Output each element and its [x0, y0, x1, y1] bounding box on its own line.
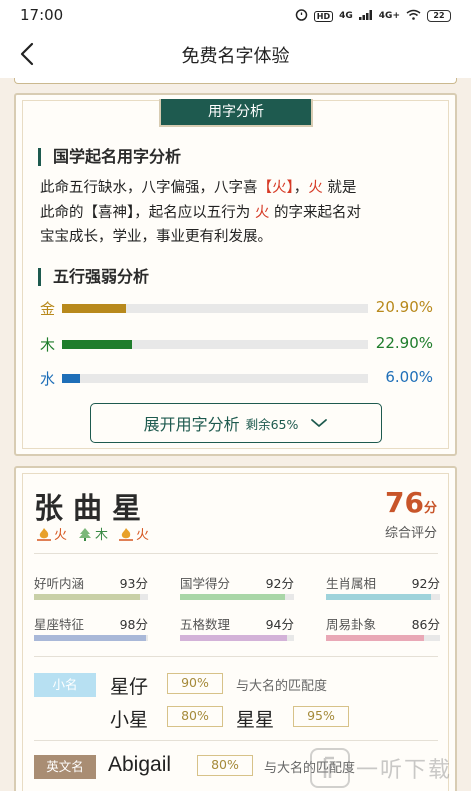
element-label: 水: [40, 370, 56, 388]
watermark-text: 一听下载: [356, 758, 453, 783]
expand-analysis-button[interactable]: 展开用字分析 剩余65%: [90, 403, 382, 443]
metric-item: 五格数理 94分: [180, 614, 294, 644]
metric-item: 国学得分 92分: [180, 573, 294, 603]
element-bar-fill: [62, 304, 126, 313]
expand-remaining: 剩余65%: [245, 416, 299, 432]
nickname-match-text: 与大名的匹配度: [236, 679, 328, 694]
battery-icon: 22: [427, 10, 451, 22]
english-name-1-match: 80%: [197, 755, 253, 776]
metric-label: 周易卦象: [326, 617, 377, 632]
nickname-2-match: 80%: [167, 706, 223, 727]
metric-item: 好听内涵 93分: [34, 573, 148, 603]
element-bar-fill: [62, 340, 133, 349]
metric-label: 生肖属相: [326, 576, 377, 591]
previous-card-edge: [14, 78, 457, 84]
metric-bar-track: [326, 635, 440, 641]
para-line-1: 此命五行缺水，八字偏强，八字喜【火】，火 就是: [40, 180, 357, 196]
metric-bar-fill: [180, 594, 285, 600]
element-percent: 22.90%: [375, 334, 433, 352]
para-line-3: 宝宝成长，学业，事业更有利发展。: [40, 229, 272, 245]
metric-bar-track: [180, 635, 294, 641]
nav-bar: 免费名字体验: [0, 30, 471, 78]
tree-icon: [79, 527, 92, 541]
overall-score: 76分: [385, 486, 437, 519]
metric-bar-track: [326, 594, 440, 600]
status-time: 17:00: [20, 6, 64, 24]
metric-bar-fill: [34, 594, 141, 600]
candidate-name: 张曲星: [34, 491, 152, 525]
metric-label: 国学得分: [180, 576, 231, 591]
metric-value: 92分: [411, 576, 440, 591]
element-label: 木: [40, 336, 56, 354]
element-bar-track: [62, 340, 368, 349]
metric-value: 94分: [265, 617, 294, 632]
analysis-tab-label: 用字分析: [159, 99, 313, 127]
network-1: 4G: [339, 11, 353, 21]
analysis-paragraph: 此命五行缺水，八字偏强，八字喜【火】，火 就是 此命的【喜神】，起名应以五行为 …: [40, 176, 432, 250]
element-bar-track: [62, 304, 368, 313]
metric-value: 93分: [119, 576, 148, 591]
nickname-2: 小星: [110, 709, 149, 731]
hd-badge: HD: [313, 10, 334, 22]
metric-bar-track: [180, 594, 294, 600]
metric-item: 生肖属相 92分: [326, 573, 440, 603]
nickname-badge: 小名: [34, 673, 96, 697]
watermark: 一听下载: [310, 748, 452, 788]
element-bar-track: [62, 374, 368, 383]
expand-label: 展开用字分析: [143, 415, 240, 434]
status-icons: HD 4G 4G+ 22: [295, 8, 451, 24]
para-line-2: 此命的【喜神】，起名应以五行为 火 的字来起名对: [40, 204, 361, 221]
metric-value: 98分: [119, 617, 148, 632]
alarm-icon: [295, 8, 308, 24]
metric-label: 星座特征: [34, 617, 85, 632]
nickname-1-match: 90%: [167, 673, 223, 694]
metric-bar-fill: [34, 635, 146, 641]
metric-bar-track: [34, 594, 148, 600]
nickname-3: 星星: [236, 709, 275, 731]
metric-item: 周易卦象 86分: [326, 614, 440, 644]
nickname-1: 星仔: [110, 676, 149, 698]
divider: [34, 553, 438, 554]
metric-bar-fill: [180, 635, 288, 641]
char-element-1: 火: [36, 524, 67, 543]
page-title: 免费名字体验: [181, 46, 290, 67]
element-bar-fill: [62, 374, 81, 383]
element-percent: 6.00%: [385, 368, 433, 386]
guoxue-section-title: 国学起名用字分析: [38, 148, 181, 166]
chevron-down-icon: [311, 419, 328, 427]
name-elements-row: 火 木 火: [36, 524, 149, 543]
flame-icon: [37, 527, 51, 541]
nickname-3-match: 95%: [293, 706, 349, 727]
network-2: 4G+: [378, 11, 400, 21]
metric-bar-fill: [326, 635, 425, 641]
divider: [34, 656, 438, 657]
metric-label: 好听内涵: [34, 576, 85, 591]
char-element-2: 木: [77, 524, 108, 543]
status-bar: 17:00 HD 4G 4G+ 22: [0, 0, 471, 30]
english-name-badge: 英文名: [34, 755, 96, 779]
divider: [34, 740, 438, 741]
char-element-3: 火: [118, 524, 149, 543]
metric-value: 92分: [265, 576, 294, 591]
watermark-logo-icon: [310, 748, 350, 788]
metric-bar-track: [34, 635, 148, 641]
signal-icon: [358, 9, 373, 23]
metric-label: 五格数理: [180, 617, 231, 632]
element-percent: 20.90%: [375, 298, 433, 316]
english-name-1: Abigail: [108, 753, 172, 776]
wuxing-section-title: 五行强弱分析: [38, 268, 149, 286]
overall-score-label: 综合评分: [384, 526, 437, 541]
wifi-icon: [406, 9, 421, 23]
metric-value: 86分: [411, 617, 440, 632]
element-label: 金: [40, 300, 56, 318]
metric-bar-fill: [326, 594, 431, 600]
metric-item: 星座特征 98分: [34, 614, 148, 644]
flame-icon: [119, 527, 134, 541]
